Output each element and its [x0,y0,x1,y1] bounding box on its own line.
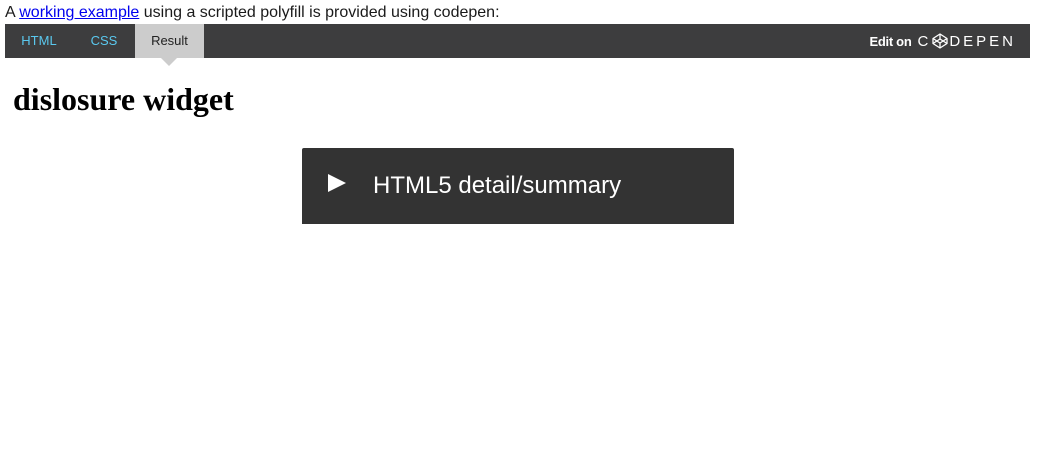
details-summary-widget[interactable]: HTML5 detail/summary [302,148,734,224]
edit-on-label: Edit on [869,33,912,49]
working-example-link[interactable]: working example [19,4,139,21]
intro-prefix: A [5,4,20,21]
tab-html[interactable]: HTML [5,24,73,58]
codepen-logo-text: DEPEN [949,32,1016,50]
codepen-cube-icon [932,33,948,49]
intro-suffix: using a scripted polyfill is provided us… [139,4,500,21]
edit-on-codepen-link[interactable]: Edit on C DEPEN [870,24,1016,58]
codepen-logo-letter-c: C [917,32,932,50]
tab-result[interactable]: Result [135,24,204,66]
codepen-embed-bar: HTML CSS Result Edit on C DEPEN [5,24,1030,66]
result-page-title: dislosure widget [13,81,234,117]
tab-css[interactable]: CSS [73,24,135,58]
summary-label: HTML5 detail/summary [373,172,622,199]
intro-paragraph: A working example using a scripted polyf… [5,3,500,23]
codepen-logo: C DEPEN [917,33,1016,50]
triangle-right-icon [328,174,346,192]
